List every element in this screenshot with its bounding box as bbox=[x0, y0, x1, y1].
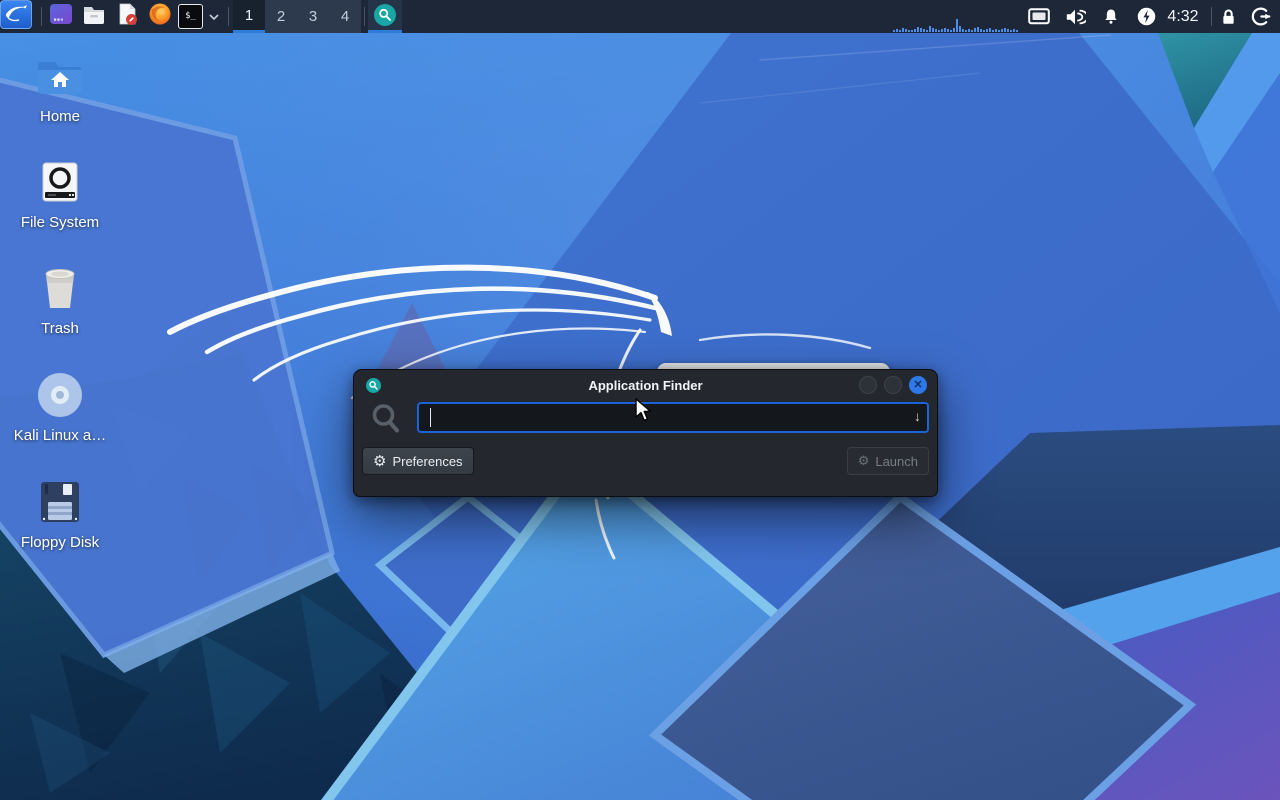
preferences-button[interactable]: ⚙ Preferences bbox=[362, 447, 474, 475]
workspace-1-button[interactable]: 1 bbox=[233, 0, 265, 33]
launch-gear-icon: ⚙ bbox=[857, 453, 870, 469]
display-icon[interactable] bbox=[1026, 4, 1051, 29]
purple-window-icon bbox=[49, 2, 73, 31]
desktop-icon-floppy-disk[interactable]: Floppy Disk bbox=[0, 478, 120, 551]
desktop-icon-label: Kali Linux a… bbox=[13, 427, 107, 444]
launch-label: Launch bbox=[875, 453, 918, 469]
desktop-icon-label: File System bbox=[20, 214, 100, 231]
hard-drive-icon bbox=[0, 158, 120, 206]
notifications-bell-icon[interactable] bbox=[1098, 4, 1123, 29]
chevron-down-icon bbox=[209, 13, 219, 20]
magnifier-teal-icon bbox=[374, 4, 396, 26]
home-folder-icon bbox=[0, 52, 120, 100]
panel-separator bbox=[364, 7, 365, 26]
document-edit-icon bbox=[115, 2, 139, 31]
minimize-button[interactable] bbox=[859, 376, 877, 394]
app-finder-launcher[interactable] bbox=[368, 0, 402, 33]
power-manager-icon[interactable] bbox=[1134, 4, 1159, 29]
workspace-3-button[interactable]: 3 bbox=[297, 0, 329, 33]
desktop-icon-file-system[interactable]: File System bbox=[0, 158, 120, 231]
workspace-4-button[interactable]: 4 bbox=[329, 0, 361, 33]
cpu-graph[interactable] bbox=[893, 18, 1019, 32]
launcher-firefox[interactable] bbox=[147, 2, 172, 31]
close-button[interactable]: ✕ bbox=[909, 376, 927, 394]
volume-icon[interactable] bbox=[1062, 4, 1087, 29]
application-finder-window: Application Finder ✕ ↓ ⚙ Preferences ⚙ L… bbox=[353, 369, 938, 497]
workspace-2-button[interactable]: 2 bbox=[265, 0, 297, 33]
clock[interactable]: 4:32 bbox=[1158, 0, 1208, 33]
preferences-label: Preferences bbox=[392, 453, 463, 469]
desktop-icon-label: Home bbox=[39, 108, 80, 125]
launcher-text-editor[interactable] bbox=[114, 2, 139, 31]
dropdown-arrow-icon[interactable]: ↓ bbox=[914, 409, 921, 423]
maximize-button[interactable] bbox=[884, 376, 902, 394]
desktop-icon-home[interactable]: Home bbox=[0, 52, 120, 125]
desktop-icon-kali-cd[interactable]: Kali Linux a… bbox=[0, 371, 120, 444]
desktop-icon-label: Floppy Disk bbox=[20, 534, 100, 551]
launch-button[interactable]: ⚙ Launch bbox=[846, 447, 929, 475]
trash-can-icon bbox=[0, 264, 120, 312]
desktop-icon-label: Trash bbox=[41, 320, 79, 337]
text-caret bbox=[430, 408, 431, 427]
folder-icon bbox=[82, 2, 106, 31]
titlebar[interactable]: Application Finder ✕ bbox=[354, 370, 937, 400]
search-input[interactable] bbox=[417, 402, 929, 433]
optical-disc-icon bbox=[0, 371, 120, 419]
mouse-cursor bbox=[634, 398, 656, 429]
search-icon bbox=[371, 403, 401, 440]
launcher-terminal[interactable]: $_ bbox=[178, 4, 203, 29]
window-title: Application Finder bbox=[588, 377, 703, 393]
top-panel: $_ 1 2 3 4 4:32 bbox=[0, 0, 1280, 33]
launcher-file-manager[interactable] bbox=[81, 4, 106, 29]
kali-logo-icon bbox=[4, 1, 28, 28]
floppy-disk-icon bbox=[0, 478, 120, 526]
terminal-icon: $_ bbox=[185, 11, 196, 21]
panel-separator bbox=[228, 7, 229, 26]
terminal-dropdown[interactable] bbox=[206, 0, 222, 33]
desktop-icon-trash[interactable]: Trash bbox=[0, 264, 120, 337]
launcher-purple-app[interactable] bbox=[48, 4, 73, 29]
panel-separator bbox=[41, 7, 42, 26]
logout-icon[interactable] bbox=[1248, 4, 1273, 29]
applications-menu-button[interactable] bbox=[0, 0, 32, 29]
lock-icon[interactable] bbox=[1216, 4, 1241, 29]
panel-separator bbox=[1211, 7, 1212, 26]
gear-icon: ⚙ bbox=[373, 451, 387, 470]
firefox-icon bbox=[148, 2, 172, 31]
